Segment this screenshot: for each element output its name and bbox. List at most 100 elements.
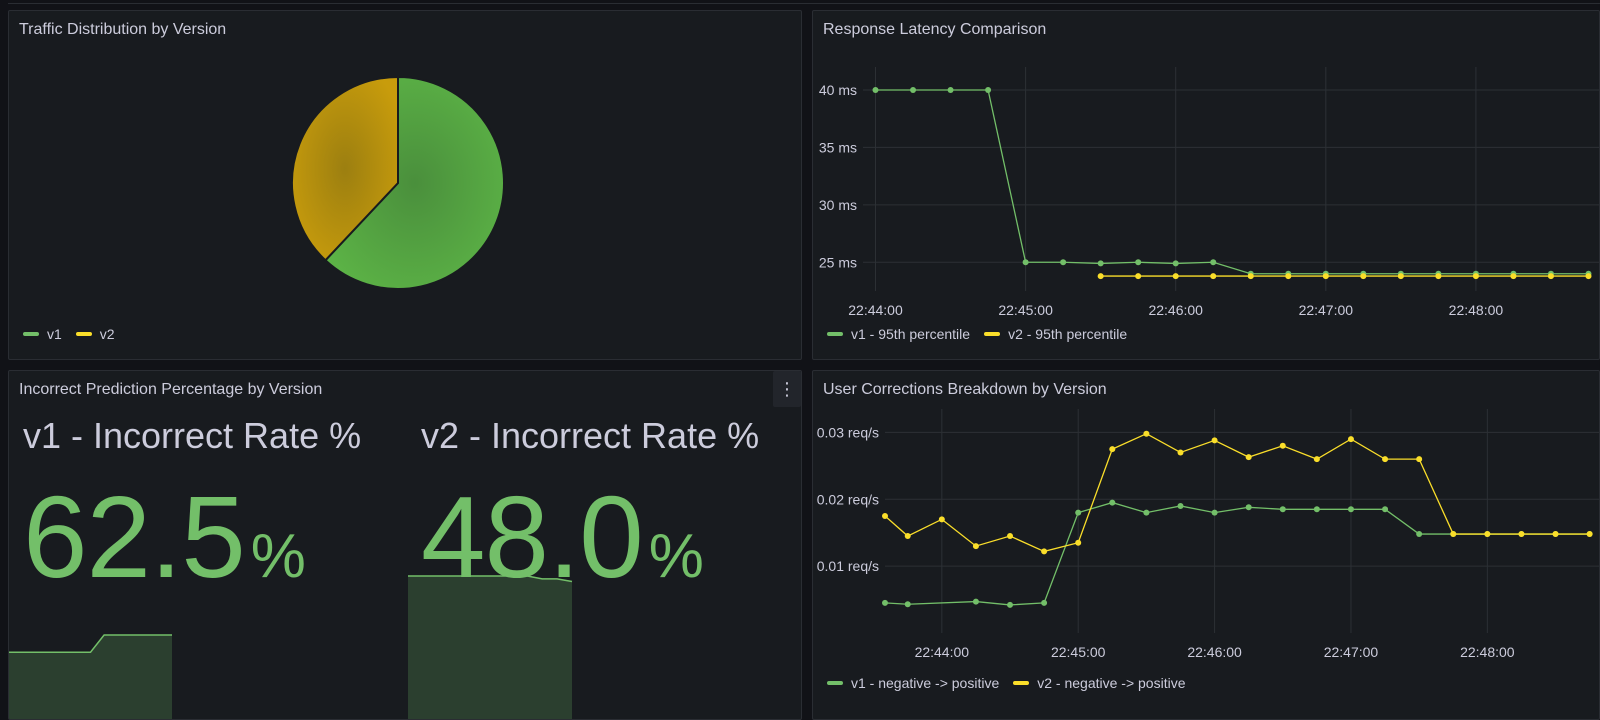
traffic-pie-chart [291,75,505,290]
traffic-panel: Traffic Distribution by Version v1 v2 [8,10,802,360]
stat-unit: % [250,522,306,591]
stat-number: 48.0 [421,472,644,602]
data-point [1322,273,1329,280]
x-tick-label: 22:47:00 [1324,644,1379,660]
stat-title-v1: v1 - Incorrect Rate % [23,415,362,456]
corrections-line-chart: 0.01 req/s 0.02 req/s 0.03 req/s 22:44:00 22… [817,409,1599,660]
data-point [1143,430,1150,437]
x-tick-label: 22:44:00 [915,644,970,660]
data-point [1210,259,1217,266]
data-point [904,601,911,608]
data-point [1347,506,1354,513]
data-point [1382,506,1389,513]
traffic-legend[interactable]: v1 v2 [23,326,115,342]
y-tick-label: 35 ms [819,139,857,155]
data-point [1097,273,1104,280]
data-point [1109,499,1116,506]
data-point [1279,506,1286,513]
data-point [1586,531,1593,538]
legend-swatch-v2 [984,332,1001,336]
y-tick-label: 40 ms [819,82,857,98]
legend-label: v2 [99,326,115,342]
legend-swatch-v1 [827,681,843,685]
data-point [1211,437,1218,444]
data-point [1135,273,1142,280]
data-point [1435,273,1442,280]
legend-item-v1[interactable]: v1 [23,326,62,342]
data-point [872,86,879,93]
x-tick-label: 22:48:00 [1460,644,1515,660]
legend-swatch-v2 [75,332,92,336]
data-point [1075,509,1082,516]
y-tick-label: 30 ms [819,197,857,213]
data-point [1022,259,1029,266]
data-point [1313,506,1320,513]
latency-legend[interactable]: v1 - 95th percentile v2 - 95th percentil… [827,326,1127,342]
data-point [1585,273,1592,280]
x-tick-label: 22:45:00 [1051,644,1106,660]
data-point [947,86,954,93]
data-point [1075,539,1082,546]
data-point [1552,531,1559,538]
data-point [882,599,888,606]
stat-title-v2: v2 - Incorrect Rate % [421,415,760,456]
x-tick-label: 22:46:00 [1148,302,1203,318]
y-tick-label: 25 ms [819,254,857,270]
legend-item-v1[interactable]: v1 - 95th percentile [827,326,970,342]
data-point [1211,509,1218,516]
series-line-1 [884,501,1590,606]
data-point [1450,531,1457,538]
data-point [1416,531,1423,538]
data-point [1135,259,1142,266]
data-point [1177,449,1184,456]
data-point [1347,436,1354,443]
data-point [1382,456,1389,463]
legend-swatch-v1 [827,332,843,336]
corrections-legend[interactable]: v1 - negative -> positive v2 - negative … [827,675,1186,691]
legend-label: v2 - 95th percentile [1008,326,1128,342]
x-tick-label: 22:44:00 [848,302,903,318]
data-point [910,86,917,93]
legend-item-v2[interactable]: v2 - negative -> positive [1013,675,1186,691]
data-point [1007,533,1014,540]
series-line-1 [875,89,1589,275]
legend-item-v1[interactable]: v1 - negative -> positive [827,675,999,691]
data-point [904,533,911,540]
data-point [1060,259,1067,266]
data-point [1285,273,1292,280]
data-point [1245,454,1252,461]
latency-panel: Response Latency Comparison 25 ms 30 ms 35… [812,10,1600,360]
data-point [1143,509,1150,516]
data-point [1472,273,1479,280]
data-point [1109,446,1116,453]
data-point [938,516,945,523]
data-point [1360,273,1367,280]
data-point [1416,456,1423,463]
legend-item-v2[interactable]: v2 [75,326,115,342]
data-point [1172,273,1179,280]
data-point [985,86,992,93]
data-point [1210,273,1217,280]
data-point [1484,531,1491,538]
data-point [1397,273,1404,280]
x-tick-label: 22:45:00 [998,302,1053,318]
y-tick-label: 0.02 req/s [817,491,879,507]
stat-number: 62.5 [23,472,246,602]
top-divider [8,0,1600,4]
data-point [1247,273,1254,280]
data-point [1007,601,1014,608]
sparkline-area-fill [9,635,172,719]
data-point [972,598,979,605]
data-point [1097,260,1104,267]
x-tick-label: 22:46:00 [1187,644,1242,660]
x-tick-label: 22:47:00 [1299,302,1354,318]
legend-item-v2[interactable]: v2 - 95th percentile [984,326,1127,342]
corrections-panel: User Corrections Breakdown by Version 0.… [812,370,1600,720]
stat-value-v2: 48.0% [421,479,704,595]
stat-value-v1: 62.5% [23,479,306,595]
data-point [1547,273,1554,280]
data-point [882,512,888,519]
legend-label: v1 [47,326,62,342]
legend-label: v2 - negative -> positive [1037,675,1186,691]
latency-line-chart: 25 ms 30 ms 35 ms 40 ms 22:44:00 22:45:00 22:4… [819,67,1599,318]
